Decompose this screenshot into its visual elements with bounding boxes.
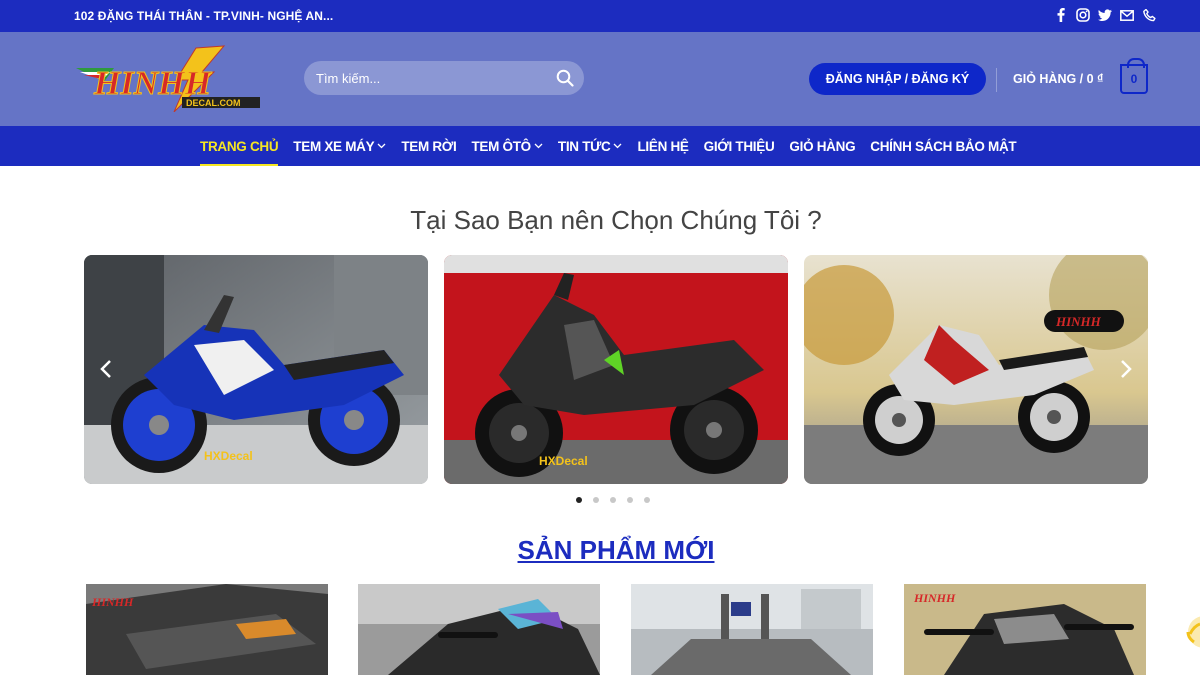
slider-dots bbox=[576, 497, 650, 503]
search-input[interactable] bbox=[304, 61, 554, 95]
phone-widget-icon[interactable] bbox=[1182, 612, 1200, 652]
nav-item-label: GIỚI THIỆU bbox=[703, 138, 775, 154]
svg-text:HXDecal: HXDecal bbox=[539, 454, 588, 468]
svg-text:HINHH: HINHH bbox=[93, 65, 213, 102]
svg-text:DECAL.COM: DECAL.COM bbox=[186, 98, 241, 108]
chevron-down-icon bbox=[613, 141, 622, 152]
slider-dot-5[interactable] bbox=[644, 497, 650, 503]
nav-item-7[interactable]: GIỚI THIỆU bbox=[704, 126, 775, 166]
product-card-2[interactable] bbox=[358, 584, 600, 675]
header-divider bbox=[996, 68, 997, 92]
svg-text:HINHH: HINHH bbox=[91, 595, 134, 609]
nav-item-8[interactable]: GIỎ HÀNG bbox=[789, 126, 855, 166]
phone-icon[interactable] bbox=[1142, 7, 1156, 23]
cart-link[interactable]: GIỎ HÀNG / 0 ₫ bbox=[1013, 72, 1103, 86]
twitter-icon[interactable] bbox=[1098, 7, 1112, 23]
facebook-icon[interactable] bbox=[1054, 7, 1068, 23]
nav-item-4[interactable]: TEM ÔTÔ bbox=[471, 126, 543, 166]
product-card-4[interactable]: HINHH bbox=[904, 584, 1146, 675]
slider-next-arrow[interactable] bbox=[1116, 357, 1136, 381]
slide-image-1[interactable]: HXDecal bbox=[84, 255, 428, 484]
nav-item-label: LIÊN HỆ bbox=[637, 138, 689, 154]
svg-text:HINHH: HINHH bbox=[913, 591, 956, 605]
nav-item-label: GIỎ HÀNG bbox=[789, 138, 856, 154]
slider-dot-3[interactable] bbox=[610, 497, 616, 503]
new-products-heading[interactable]: SẢN PHẨM MỚI bbox=[0, 535, 1200, 566]
nav-list: TRANG CHỦ TEM XE MÁY TEM RỜI TEM ÔTÔ TIN TỨC… bbox=[200, 126, 1031, 166]
slider-dot-1[interactable] bbox=[576, 497, 582, 503]
nav-item-3[interactable]: TEM RỜI bbox=[401, 126, 456, 166]
main-navigation: TRANG CHỦ TEM XE MÁY TEM RỜI TEM ÔTÔ TIN TỨC… bbox=[0, 126, 1200, 166]
nav-item-2[interactable]: TEM XE MÁY bbox=[293, 126, 386, 166]
product-card-1[interactable]: HINHH bbox=[86, 584, 328, 675]
nav-item-6[interactable]: LIÊN HỆ bbox=[637, 126, 688, 166]
slider-dot-4[interactable] bbox=[627, 497, 633, 503]
svg-text:HINHH: HINHH bbox=[1055, 314, 1102, 329]
login-register-button[interactable]: ĐĂNG NHẬP / ĐĂNG KÝ bbox=[809, 63, 986, 95]
top-bar: 102 ĐẶNG THÁI THÂN - TP.VINH- NGHỆ AN... bbox=[0, 0, 1200, 32]
search-icon[interactable] bbox=[556, 69, 574, 87]
social-links bbox=[1054, 7, 1156, 23]
slider-dot-2[interactable] bbox=[593, 497, 599, 503]
search-box bbox=[304, 61, 584, 95]
nav-item-1[interactable]: TRANG CHỦ bbox=[200, 126, 279, 166]
product-card-3[interactable] bbox=[631, 584, 873, 675]
nav-item-label: TEM ÔTÔ bbox=[471, 138, 531, 154]
nav-item-label: TRANG CHỦ bbox=[200, 138, 279, 154]
nav-item-label: TEM XE MÁY bbox=[293, 138, 375, 154]
store-address: 102 ĐẶNG THÁI THÂN - TP.VINH- NGHỆ AN... bbox=[74, 9, 334, 23]
nav-item-9[interactable]: CHÍNH SÁCH BẢO MẬT bbox=[870, 126, 1016, 166]
slide-image-3[interactable]: HINHH bbox=[804, 255, 1148, 484]
chevron-down-icon bbox=[377, 141, 386, 152]
nav-item-5[interactable]: TIN TỨC bbox=[558, 126, 623, 166]
site-header: HINHH DECAL.COM ĐĂNG NHẬP / ĐĂNG KÝ GIỎ … bbox=[0, 32, 1200, 126]
cart-count-icon[interactable]: 0 bbox=[1120, 58, 1148, 94]
email-icon[interactable] bbox=[1120, 7, 1134, 23]
nav-item-label: CHÍNH SÁCH BẢO MẬT bbox=[870, 138, 1017, 154]
slide-image-2[interactable]: HXDecal bbox=[444, 255, 788, 484]
why-choose-us-heading: Tại Sao Bạn nên Chọn Chúng Tôi ? bbox=[410, 205, 822, 235]
instagram-icon[interactable] bbox=[1076, 7, 1090, 23]
slider-prev-arrow[interactable] bbox=[96, 357, 116, 381]
chevron-down-icon bbox=[534, 141, 543, 152]
svg-text:HXDecal: HXDecal bbox=[204, 449, 253, 463]
nav-item-label: TIN TỨC bbox=[557, 138, 611, 154]
site-logo[interactable]: HINHH DECAL.COM bbox=[74, 42, 270, 113]
nav-item-label: TEM RỜI bbox=[401, 138, 457, 154]
